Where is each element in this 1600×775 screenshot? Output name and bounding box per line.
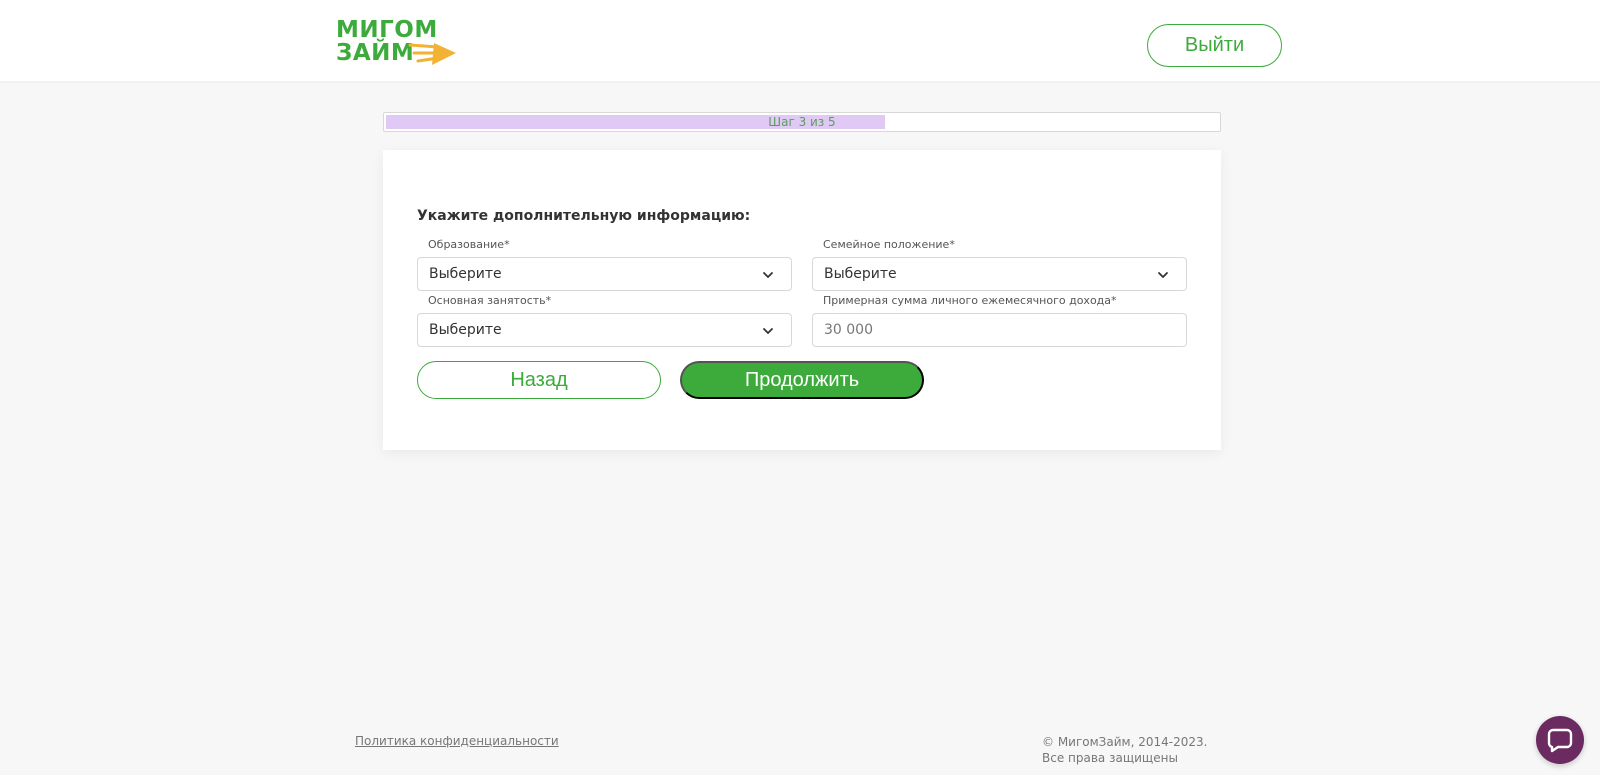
chevron-down-icon — [763, 272, 773, 278]
copyright-text: © МигомЗайм, 2014-2023. Все права защище… — [1042, 735, 1208, 765]
form-card: Укажите дополнительную информацию: Образ… — [383, 150, 1221, 450]
chevron-down-icon — [763, 328, 773, 334]
form-title: Укажите дополнительную информацию: — [417, 208, 751, 224]
progress-label: Шаг 3 из 5 — [768, 115, 836, 129]
privacy-policy-link[interactable]: Политика конфиденциальности — [355, 734, 559, 748]
chevron-down-icon — [1158, 272, 1168, 278]
income-label: Примерная сумма личного ежемесячного дох… — [823, 294, 1117, 307]
logo-arrow-icon — [408, 43, 456, 65]
education-select[interactable]: Выберите — [417, 257, 792, 291]
employment-value: Выберите — [429, 322, 502, 338]
income-input[interactable]: 30 000 — [812, 313, 1187, 347]
employment-label: Основная занятость* — [428, 294, 552, 307]
progress-bar: Шаг 3 из 5 — [383, 112, 1221, 132]
continue-button[interactable]: Продолжить — [680, 361, 924, 399]
marital-status-select[interactable]: Выберите — [812, 257, 1187, 291]
header: МИГОМ ЗАЙМ Выйти — [0, 0, 1600, 81]
education-value: Выберите — [429, 266, 502, 282]
income-placeholder: 30 000 — [824, 322, 873, 338]
marital-status-label: Семейное положение* — [823, 238, 955, 251]
employment-select[interactable]: Выберите — [417, 313, 792, 347]
logout-button[interactable]: Выйти — [1147, 24, 1282, 67]
education-label: Образование* — [428, 238, 510, 251]
logo[interactable]: МИГОМ ЗАЙМ — [336, 19, 462, 69]
marital-status-value: Выберите — [824, 266, 897, 282]
chat-bubble-icon — [1547, 728, 1573, 753]
chat-button[interactable] — [1536, 716, 1584, 764]
back-button[interactable]: Назад — [417, 361, 661, 399]
